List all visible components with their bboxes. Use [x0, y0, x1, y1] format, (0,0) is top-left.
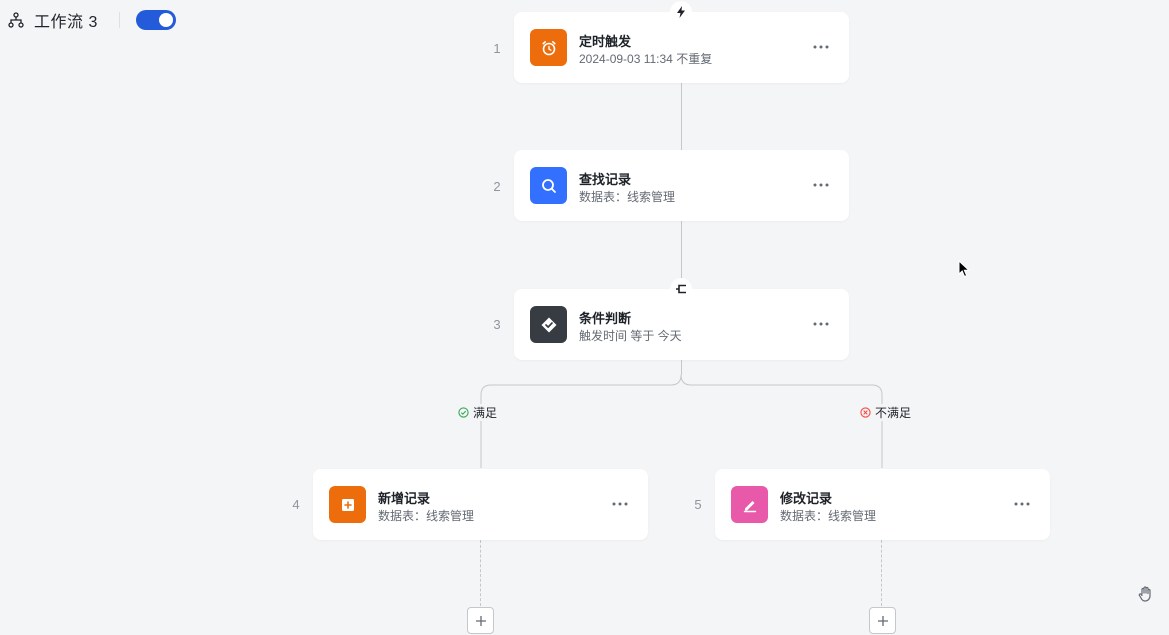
toggle-knob: [158, 13, 173, 27]
step-subtitle: 2024-09-03 11:34 不重复: [579, 52, 713, 66]
more-options-button[interactable]: [811, 314, 831, 334]
header-divider: [118, 12, 120, 28]
workflow-tree-icon: [8, 12, 24, 28]
step-title: 条件判断: [579, 311, 632, 326]
add-step-button[interactable]: [869, 607, 896, 634]
x-circle-icon: [860, 407, 871, 418]
add-record-icon: [329, 486, 366, 523]
lightning-icon: [670, 1, 692, 23]
step-number: 5: [694, 497, 702, 512]
step-card-add-record[interactable]: 新增记录 数据表：线索管理: [313, 469, 648, 540]
more-options-button[interactable]: [811, 175, 831, 195]
dashed-connector: [881, 540, 882, 606]
plus-icon: [475, 615, 486, 626]
edit-record-icon: [731, 486, 768, 523]
mouse-cursor-icon: [958, 259, 971, 283]
more-options-button[interactable]: [1012, 494, 1032, 514]
step-number: 1: [493, 41, 501, 56]
add-step-button[interactable]: [467, 607, 494, 634]
branch-label-not-met: 不满足: [858, 404, 914, 421]
check-circle-icon: [458, 407, 469, 418]
step-title: 修改记录: [780, 491, 833, 506]
step-card-find-record[interactable]: 查找记录 数据表：线索管理: [514, 150, 849, 221]
branch-label-text: 不满足: [875, 406, 912, 420]
step-subtitle: 数据表：线索管理: [378, 509, 475, 523]
workflow-header: 工作流 3: [8, 9, 176, 31]
more-options-button[interactable]: [811, 37, 831, 57]
plus-icon: [877, 615, 888, 626]
step-title: 新增记录: [378, 491, 431, 506]
step-card-modify-record[interactable]: 修改记录 数据表：线索管理: [715, 469, 1050, 540]
more-options-button[interactable]: [610, 494, 630, 514]
dashed-connector: [480, 540, 481, 606]
step-number: 4: [292, 497, 300, 512]
step-number: 2: [493, 179, 501, 194]
branch-label-met: 满足: [456, 404, 500, 421]
step-subtitle: 数据表：线索管理: [780, 509, 877, 523]
workflow-canvas[interactable]: 1 定时触发 2024-09-03 11:34 不重复 2 查找记录 数据表：线…: [0, 0, 1169, 635]
step-subtitle: 触发时间 等于 今天: [579, 329, 682, 343]
search-icon: [530, 167, 567, 204]
branch-label-text: 满足: [473, 406, 498, 420]
step-number: 3: [493, 317, 501, 332]
step-title: 查找记录: [579, 172, 632, 187]
connector-line: [681, 83, 682, 151]
workflow-enable-toggle[interactable]: [135, 10, 176, 30]
alarm-clock-icon: [530, 29, 567, 66]
step-title: 定时触发: [579, 34, 632, 49]
step-subtitle: 数据表：线索管理: [579, 190, 676, 204]
branch-connector: [480, 374, 883, 468]
workflow-title[interactable]: 工作流 3: [34, 8, 98, 32]
branch-icon: [670, 278, 692, 300]
hand-pan-icon[interactable]: [1137, 585, 1155, 608]
condition-check-icon: [530, 306, 567, 343]
